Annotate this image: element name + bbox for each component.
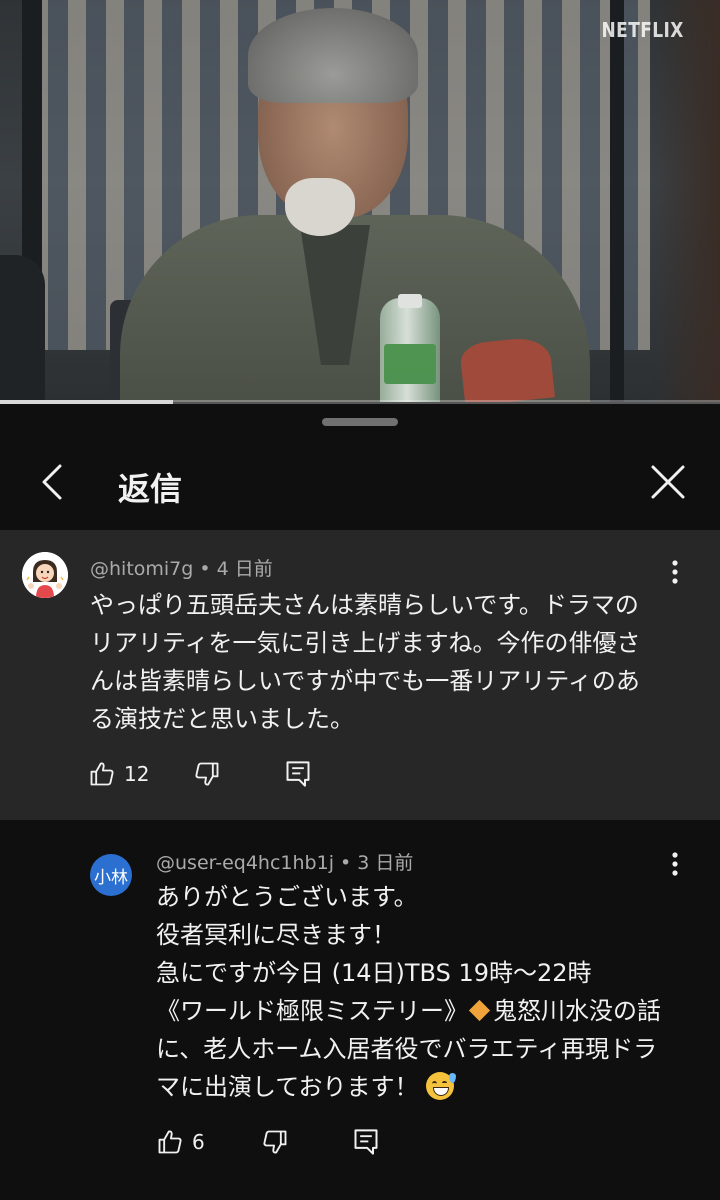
dislike-button[interactable] <box>193 754 221 794</box>
episode-text: 鬼怒川水没の話 <box>493 997 661 1025</box>
avatar[interactable] <box>22 552 68 598</box>
video-person-left <box>0 255 45 402</box>
more-vert-icon <box>672 560 678 584</box>
orange-diamond-icon <box>468 999 491 1022</box>
like-button[interactable]: 6 <box>156 1122 205 1162</box>
comment-text-segment: マに出演しております！ <box>156 1073 419 1101</box>
comment-actions: 6 <box>156 1122 379 1162</box>
comment-text-line: んは皆素晴らしいですが中でも一番リアリティのあ <box>90 667 640 695</box>
comment-icon <box>354 1129 378 1155</box>
thumbs-up-icon <box>90 762 114 786</box>
comment-icon <box>286 761 310 787</box>
comment-text: ありがとうございます。 役者冥利に尽きます！ 急にですが今日 (14日)TBS … <box>156 878 706 1106</box>
drag-handle[interactable] <box>322 418 398 426</box>
panel-header: 返信 <box>0 434 720 530</box>
comment-text: やっぱり五頭岳夫さんは素晴らしいです。ドラマの リアリティを一気に引き上げますね… <box>90 586 700 738</box>
reply-button[interactable] <box>285 754 311 794</box>
comment-text-line: ありがとうございます。 <box>156 883 418 911</box>
grinning-sweat-emoji-icon <box>426 1072 457 1100</box>
comment-text-line: やっぱり五頭岳夫さんは素晴らしいです。ドラマの <box>90 591 639 619</box>
video-person-right <box>650 0 720 402</box>
thumbs-up-icon <box>158 1130 182 1154</box>
panel-title: 返信 <box>118 470 183 508</box>
comment-time: 3 日前 <box>357 852 414 874</box>
more-vert-icon <box>672 852 678 876</box>
comment-text-line: 役者冥利に尽きます！ <box>156 921 396 949</box>
avatar[interactable]: 小林 <box>90 854 132 896</box>
comment-meta: @user-eq4hc1hb1j • 3 日前 <box>156 852 414 874</box>
comment-text-line: に、老人ホーム入居者役でバラエティ再現ドラ <box>156 1035 658 1063</box>
parent-comment: @hitomi7g • 4 日前 やっぱり五頭岳夫さんは素晴らしいです。ドラマの リ… <box>0 530 720 820</box>
chevron-left-icon <box>42 464 62 500</box>
video-water-bottle <box>380 294 440 402</box>
comment-time: 4 日前 <box>216 558 273 580</box>
comment-text-line: る演技だと思いました。 <box>90 705 354 733</box>
replies-panel: 返信 @hitomi7g • 4 日前 やっぱり五頭岳夫さんは素晴らしいです。ド… <box>0 404 720 1200</box>
video-red-cloth <box>459 335 555 402</box>
video-pillar <box>610 0 624 402</box>
back-button[interactable] <box>28 456 76 508</box>
comment-text-line: マに出演しております！ <box>156 1068 706 1106</box>
netflix-logo: NETFLIX <box>601 18 684 42</box>
close-button[interactable] <box>642 456 694 508</box>
dislike-button[interactable] <box>261 1122 289 1162</box>
comment-text-line: 急にですが今日 (14日)TBS 19時〜22時 <box>156 959 592 987</box>
comment-meta: @hitomi7g • 4 日前 <box>90 558 273 580</box>
video-actor-hair <box>248 8 418 103</box>
like-count: 6 <box>192 1130 205 1154</box>
show-title-text: 《ワールド極限ミステリー》 <box>156 997 468 1025</box>
comment-author[interactable]: @hitomi7g <box>90 558 193 580</box>
video-actor-beard <box>285 178 355 236</box>
reply-button[interactable] <box>353 1122 379 1162</box>
comment-author[interactable]: @user-eq4hc1hb1j <box>156 852 334 874</box>
reply-comment: 小林 @user-eq4hc1hb1j • 3 日前 ありがとうございます。 役者冥… <box>0 820 720 1200</box>
like-count: 12 <box>124 762 150 786</box>
close-icon <box>651 465 685 499</box>
like-button[interactable]: 12 <box>88 754 149 794</box>
thumbs-down-icon <box>263 1130 287 1154</box>
avatar-girl-icon <box>22 552 68 598</box>
thumbs-down-icon <box>195 762 219 786</box>
video-player[interactable]: NETFLIX <box>0 0 720 402</box>
comment-text-line: 《ワールド極限ミステリー》 鬼怒川水没の話 <box>156 992 706 1030</box>
comment-actions: 12 <box>88 754 311 794</box>
comment-text-line: リアリティを一気に引き上げますね。今作の俳優さ <box>90 629 641 657</box>
